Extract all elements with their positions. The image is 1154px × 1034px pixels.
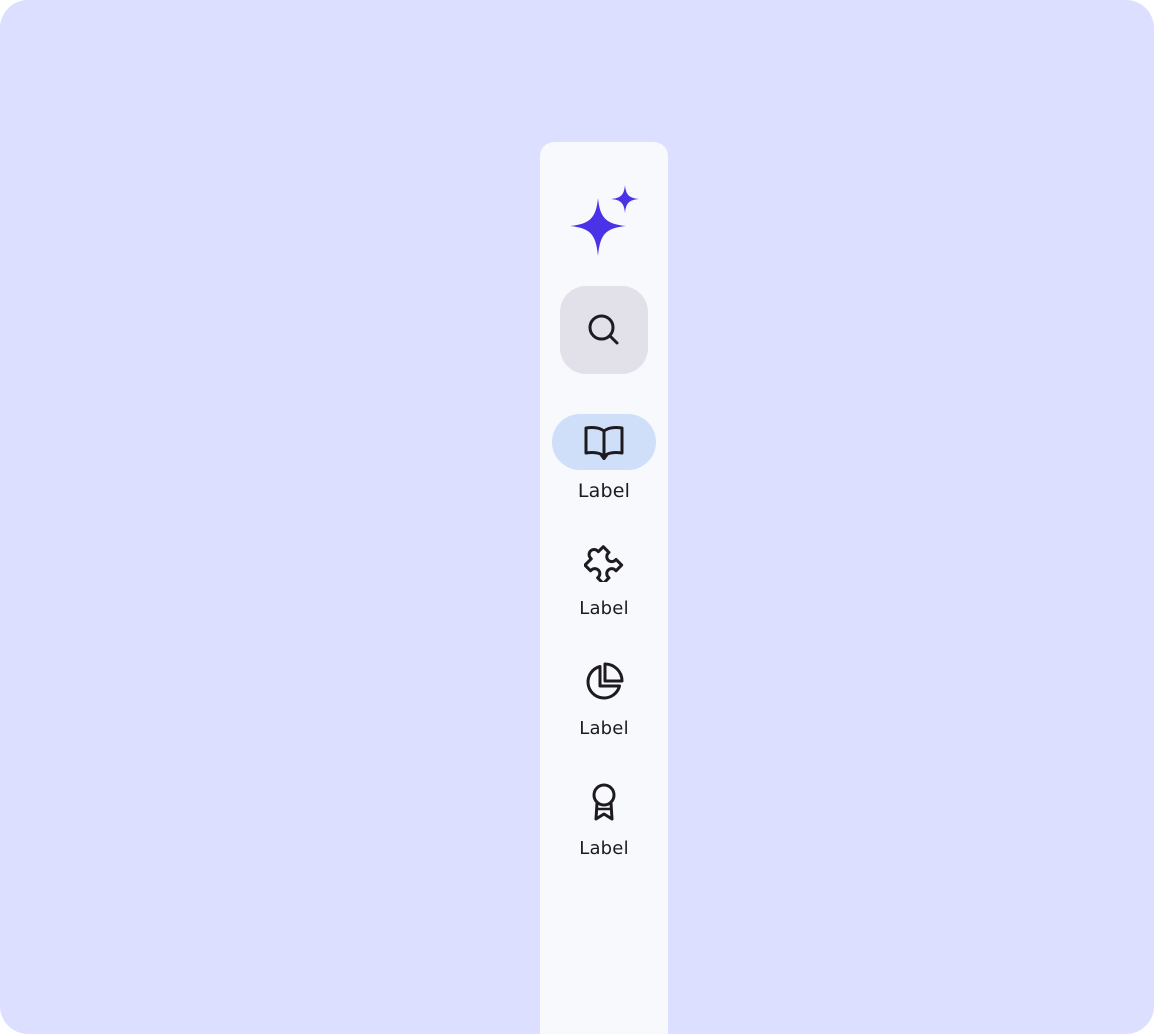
sparkle-icon [566,184,642,260]
nav-indicator [552,534,656,590]
nav-item-award[interactable]: Label [540,774,668,870]
search-button[interactable] [560,286,648,374]
nav-item-label: Label [577,480,631,502]
nav-item-puzzle[interactable]: Label [540,534,668,630]
nav-item-label: Label [579,718,629,739]
puzzle-icon [584,542,624,582]
award-ribbon-icon [588,782,620,822]
nav-item-book[interactable]: Label [540,414,668,510]
nav-indicator [552,774,656,830]
nav-item-label: Label [579,598,629,619]
book-open-icon [584,424,624,460]
pie-chart-icon [584,662,624,702]
search-icon [586,312,622,348]
nav-item-label: Label [579,838,629,859]
navigation-rail: Label Label Label Label [540,142,668,1034]
active-indicator [552,414,656,470]
app-canvas: Label Label Label Label [0,0,1154,1034]
nav-item-pie-chart[interactable]: Label [540,654,668,750]
nav-indicator [552,654,656,710]
